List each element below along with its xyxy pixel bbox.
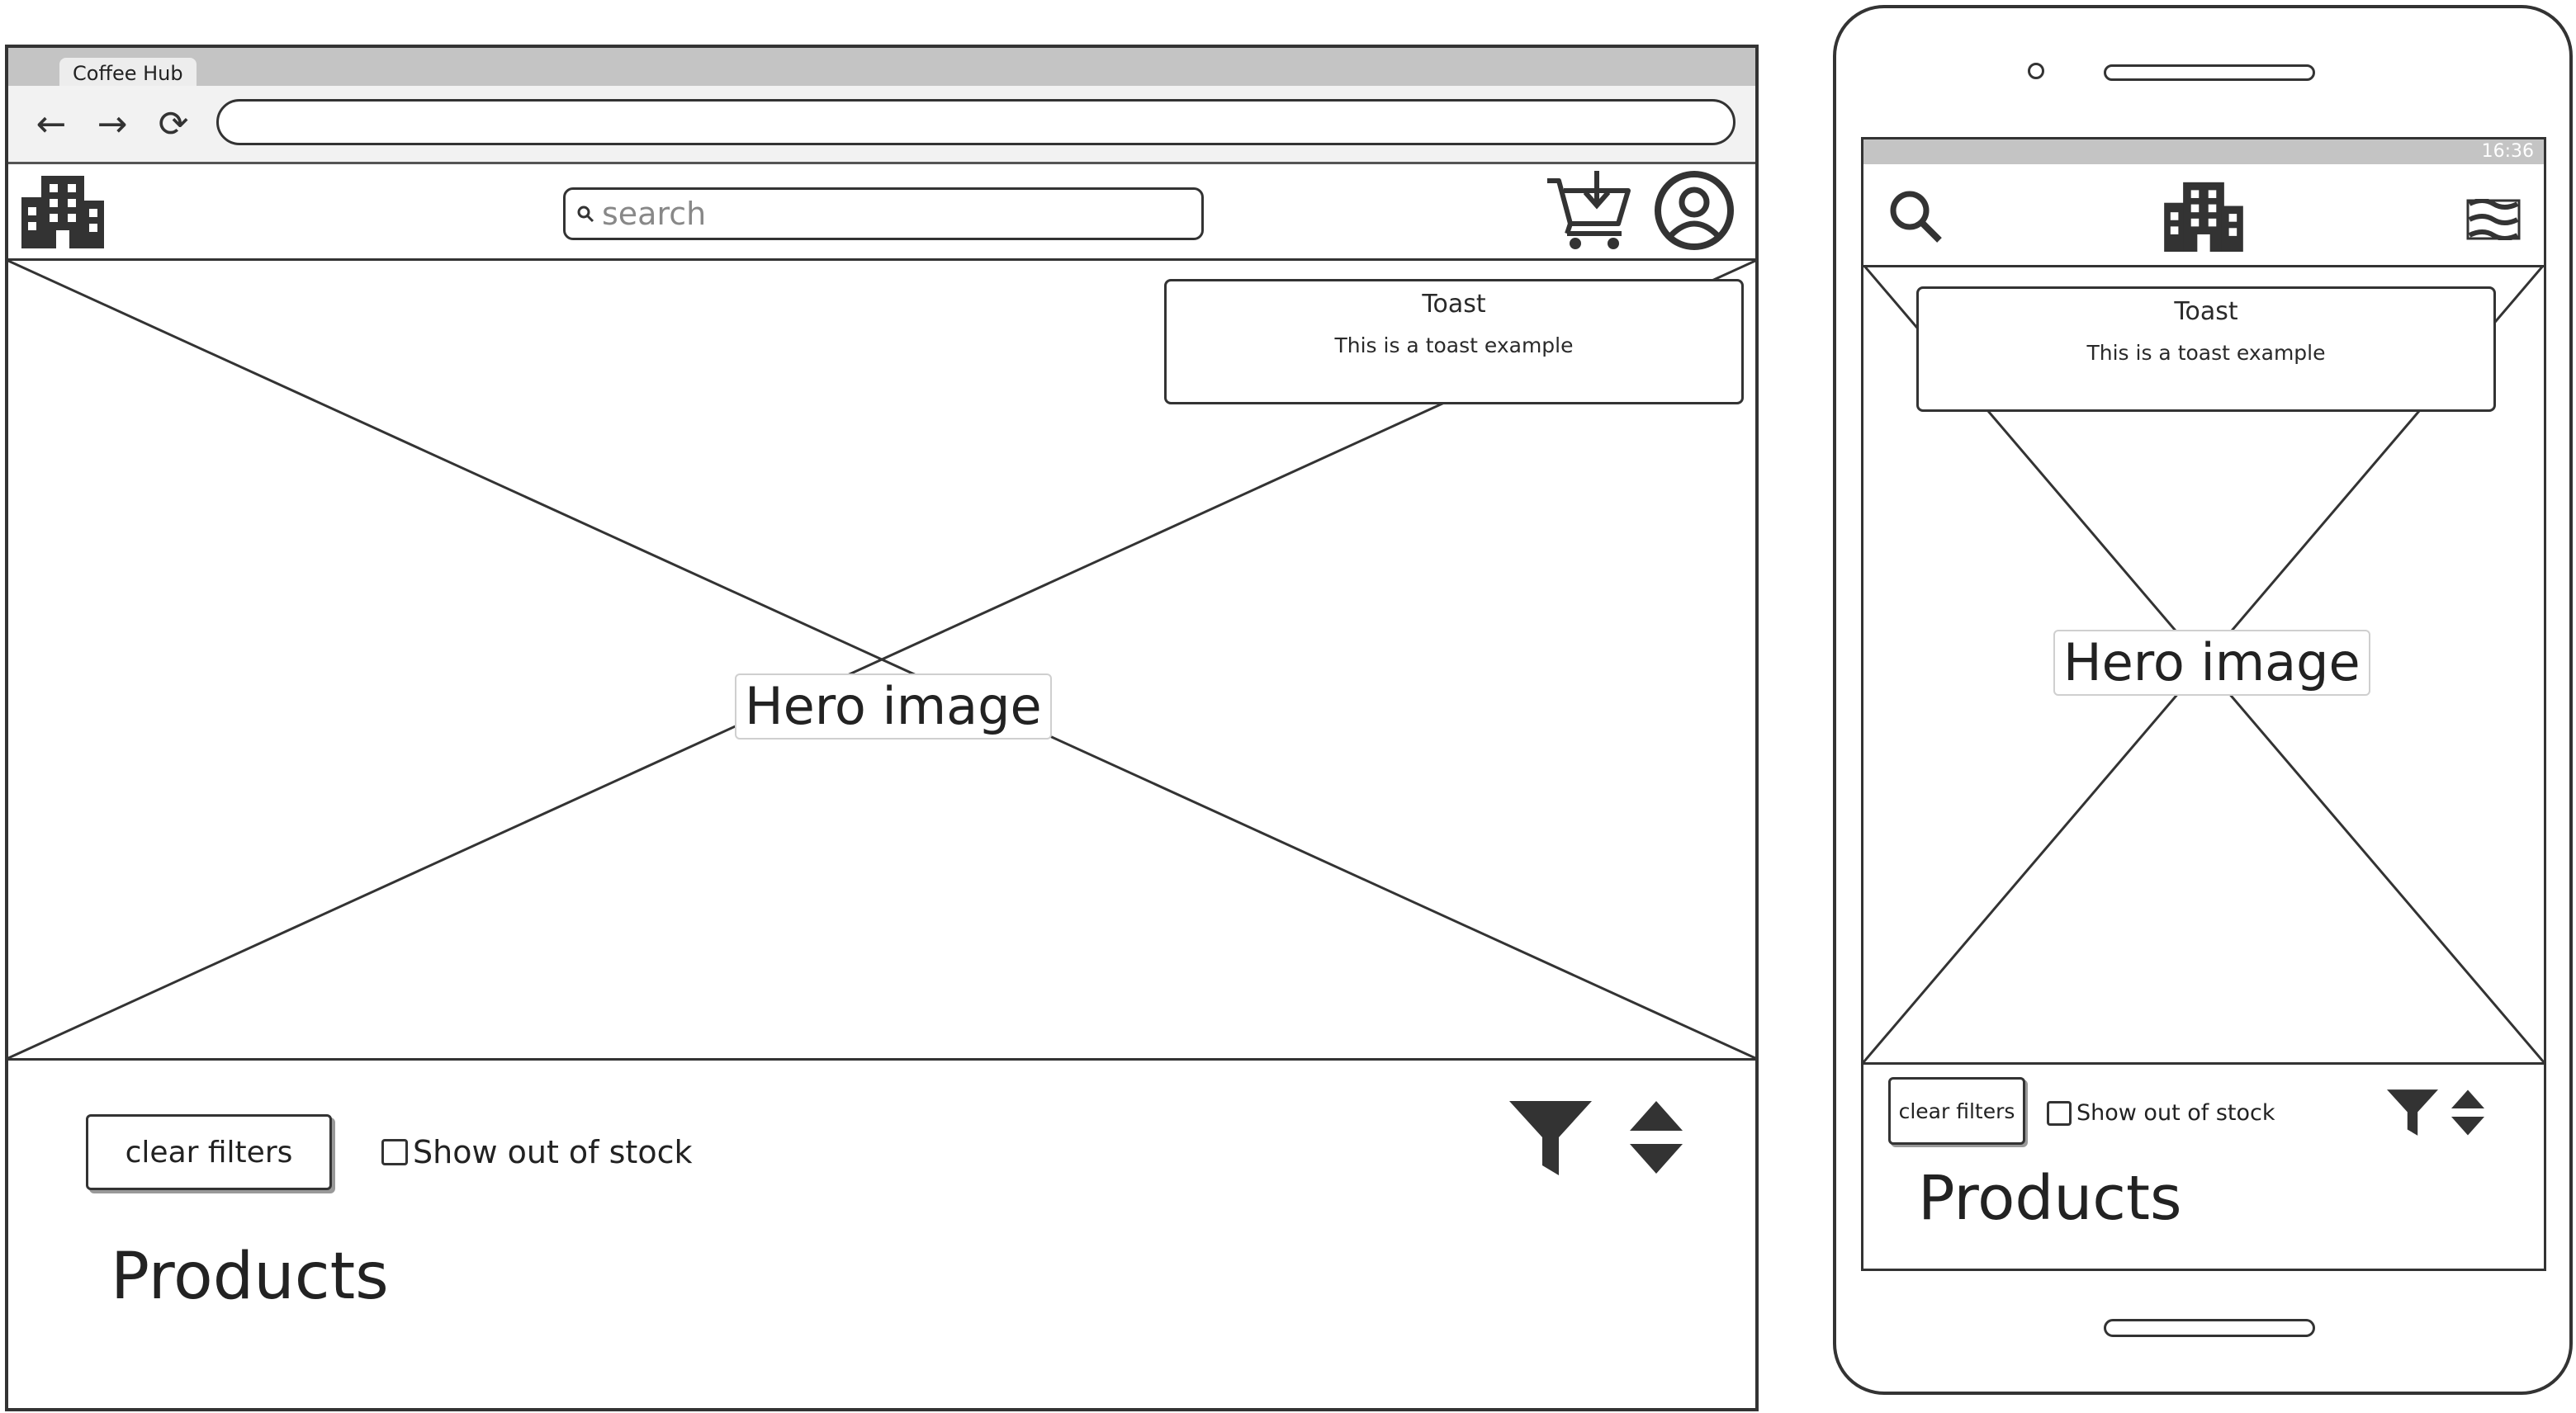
clear-filters-button[interactable]: clear filters bbox=[86, 1114, 332, 1190]
hero-image-label: Hero image bbox=[735, 673, 1052, 740]
out-of-stock-label: Show out of stock bbox=[413, 1134, 693, 1170]
search-placeholder: search bbox=[602, 196, 707, 232]
products-heading: Products bbox=[1918, 1163, 2182, 1234]
out-of-stock-checkbox[interactable] bbox=[381, 1139, 408, 1165]
back-icon[interactable]: ← bbox=[28, 101, 74, 147]
status-time: 16:36 bbox=[2481, 141, 2534, 162]
show-out-of-stock-toggle[interactable]: Show out of stock bbox=[2047, 1100, 2275, 1126]
search-input[interactable]: search bbox=[563, 187, 1204, 240]
out-of-stock-label: Show out of stock bbox=[2076, 1100, 2275, 1126]
building-logo-icon[interactable] bbox=[21, 172, 104, 248]
site-header: search bbox=[8, 164, 1755, 261]
funnel-icon[interactable] bbox=[2387, 1089, 2438, 1137]
status-bar: 16:36 bbox=[1863, 139, 2544, 164]
hero-divider bbox=[8, 1058, 1755, 1061]
products-heading: Products bbox=[111, 1240, 389, 1314]
phone-screen: 16:36 Hero image Toast This is a toast e… bbox=[1861, 137, 2546, 1271]
reload-icon[interactable]: ⟳ bbox=[150, 101, 197, 147]
front-camera bbox=[2028, 63, 2044, 79]
out-of-stock-checkbox[interactable] bbox=[2047, 1100, 2072, 1126]
cart-download-icon[interactable] bbox=[1546, 169, 1631, 250]
toast-title: Toast bbox=[2174, 297, 2238, 326]
toast-notification: Toast This is a toast example bbox=[1164, 279, 1744, 404]
earpiece-speaker bbox=[2104, 64, 2315, 81]
search-icon bbox=[577, 206, 594, 223]
account-circle-icon[interactable] bbox=[1653, 169, 1735, 252]
forward-icon[interactable]: → bbox=[89, 101, 135, 147]
clear-filters-button[interactable]: clear filters bbox=[1888, 1077, 2025, 1145]
sort-icon[interactable] bbox=[2451, 1089, 2484, 1137]
browser-nav-bar: ← → ⟳ bbox=[8, 86, 1755, 164]
toast-message: This is a toast example bbox=[2086, 341, 2326, 365]
building-logo-icon[interactable] bbox=[2164, 179, 2243, 252]
hero-image-label: Hero image bbox=[2053, 630, 2370, 696]
phone-device: 16:36 Hero image Toast This is a toast e… bbox=[1833, 5, 2573, 1395]
desktop-browser-window: Coffee Hub ← → ⟳ search Hero image Toast… bbox=[5, 45, 1759, 1411]
toast-notification: Toast This is a toast example bbox=[1916, 286, 2496, 412]
browser-tab[interactable]: Coffee Hub bbox=[59, 58, 197, 89]
toast-message: This is a toast example bbox=[1334, 333, 1574, 357]
menu-icon[interactable] bbox=[2466, 199, 2521, 240]
funnel-icon[interactable] bbox=[1509, 1101, 1592, 1175]
show-out-of-stock-toggle[interactable]: Show out of stock bbox=[381, 1134, 692, 1170]
home-bar[interactable] bbox=[2104, 1319, 2315, 1337]
address-bar[interactable] bbox=[216, 99, 1735, 145]
sort-icon[interactable] bbox=[1630, 1101, 1683, 1174]
search-icon[interactable] bbox=[1888, 189, 1943, 243]
toast-title: Toast bbox=[1422, 290, 1486, 319]
phone-site-header bbox=[1863, 164, 2544, 267]
hero-divider bbox=[1863, 1062, 2544, 1065]
browser-tab-strip: Coffee Hub bbox=[8, 48, 1755, 89]
